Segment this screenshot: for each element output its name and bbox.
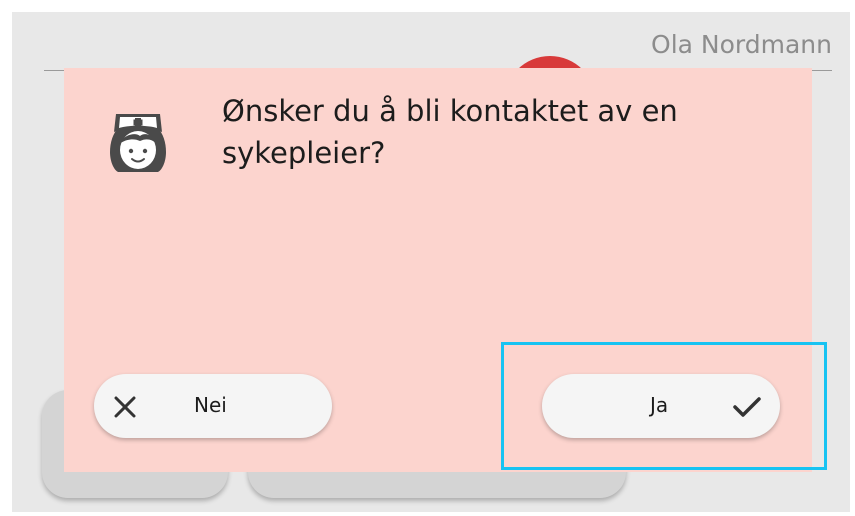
checkmark-icon [732,394,761,420]
dialog-question: Ønsker du å bli kontaktet av en sykeplei… [222,94,678,170]
no-button-label: Nei [194,393,227,417]
nurse-icon [106,106,170,174]
user-name: Ola Nordmann [651,30,832,59]
yes-button[interactable]: Ja [542,374,780,438]
close-icon [112,394,138,420]
no-button[interactable]: Nei [94,374,332,438]
yes-button-label: Ja [650,393,669,417]
nurse-contact-dialog: Ønsker du å bli kontaktet av en sykeplei… [64,68,812,472]
